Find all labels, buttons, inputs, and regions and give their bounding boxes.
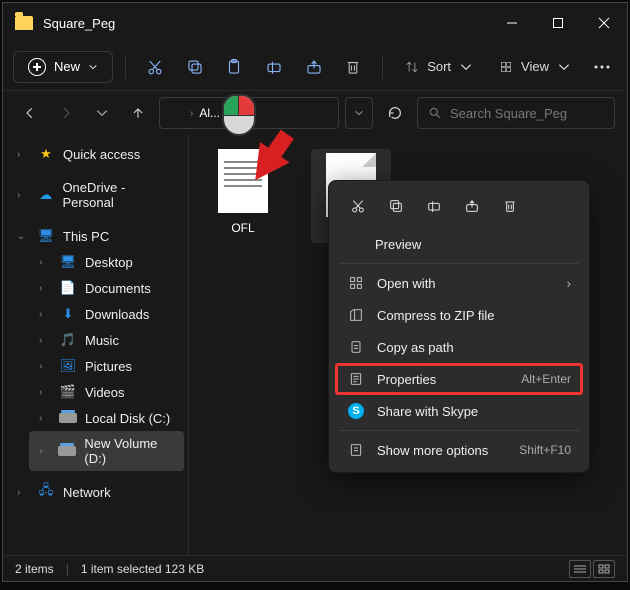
open-with-icon [347, 275, 365, 291]
chevron-down-icon [88, 62, 98, 72]
search-icon [428, 106, 442, 120]
status-selection: 1 item selected 123 KB [81, 562, 204, 576]
status-bar: 2 items | 1 item selected 123 KB [3, 555, 627, 581]
sidebar: ›★Quick access ›☁OneDrive - Personal ⌄🖥T… [3, 135, 189, 555]
ctx-properties[interactable]: Properties Alt+Enter [335, 363, 583, 395]
more-button[interactable] [587, 51, 617, 83]
chevron-right-icon: › [190, 108, 193, 119]
zip-icon [347, 307, 365, 323]
view-label: View [521, 59, 549, 74]
maximize-button[interactable] [535, 3, 581, 43]
rename-button[interactable] [257, 49, 291, 85]
window-title: Square_Peg [43, 16, 115, 31]
share-button[interactable] [297, 49, 331, 85]
ctx-delete-button[interactable] [493, 191, 527, 221]
annotation-mouse-icon [222, 94, 262, 138]
view-button[interactable]: View [489, 53, 581, 80]
ctx-compress-zip[interactable]: Compress to ZIP file [335, 299, 583, 331]
sort-button[interactable]: Sort [395, 53, 483, 80]
up-button[interactable] [123, 98, 153, 128]
sidebar-music[interactable]: ›🎵Music [29, 327, 184, 353]
ctx-rename-button[interactable] [417, 191, 451, 221]
shortcut: Shift+F10 [519, 443, 571, 457]
sidebar-this-pc[interactable]: ⌄🖥This PC [7, 223, 184, 249]
ctx-copy-as-path[interactable]: Copy as path [335, 331, 583, 363]
chevron-down-icon [459, 60, 473, 74]
sidebar-new-volume-d[interactable]: ›New Volume (D:) [29, 431, 184, 471]
cut-button[interactable] [138, 49, 172, 85]
toolbar: New Sort View [3, 43, 627, 91]
file-name: OFL [203, 221, 283, 235]
ctx-show-more[interactable]: Show more options Shift+F10 [335, 434, 583, 466]
search-placeholder: Search Square_Peg [450, 106, 567, 121]
back-button[interactable] [15, 98, 45, 128]
sidebar-videos[interactable]: ›🎬Videos [29, 379, 184, 405]
recent-button[interactable] [87, 98, 117, 128]
sidebar-network[interactable]: ›🖧Network [7, 479, 184, 505]
details-view-button[interactable] [569, 560, 591, 578]
context-action-bar [335, 187, 583, 229]
icons-view-button[interactable] [593, 560, 615, 578]
sidebar-local-disk-c[interactable]: ›Local Disk (C:) [29, 405, 184, 431]
address-dropdown[interactable] [345, 97, 373, 129]
new-label: New [54, 59, 80, 74]
sidebar-documents[interactable]: ›📄Documents [29, 275, 184, 301]
ctx-cut-button[interactable] [341, 191, 375, 221]
folder-icon [15, 16, 33, 30]
copy-button[interactable] [178, 49, 212, 85]
ctx-open-with[interactable]: Open with › [335, 267, 583, 299]
paste-button[interactable] [217, 49, 251, 85]
status-count: 2 items [15, 562, 54, 576]
ctx-copy-button[interactable] [379, 191, 413, 221]
sidebar-pictures[interactable]: ›🖼Pictures [29, 353, 184, 379]
sidebar-onedrive[interactable]: ›☁OneDrive - Personal [7, 175, 184, 215]
skype-icon: S [347, 403, 365, 419]
more-icon [347, 442, 365, 458]
divider [382, 55, 383, 79]
address-segment[interactable]: Al... [199, 106, 220, 120]
chevron-down-icon [557, 60, 571, 74]
titlebar: Square_Peg [3, 3, 627, 43]
plus-icon [28, 58, 46, 76]
sidebar-desktop[interactable]: ›🖥Desktop [29, 249, 184, 275]
forward-button[interactable] [51, 98, 81, 128]
refresh-button[interactable] [379, 97, 411, 129]
context-menu: Preview Open with › Compress to ZIP file… [328, 180, 590, 473]
delete-button[interactable] [337, 49, 371, 85]
close-button[interactable] [581, 3, 627, 43]
nav-row: › Al... › Search Square_Peg [3, 91, 627, 135]
ctx-share-skype[interactable]: S Share with Skype [335, 395, 583, 427]
properties-icon [347, 371, 365, 387]
ctx-share-button[interactable] [455, 191, 489, 221]
sidebar-quick-access[interactable]: ›★Quick access [7, 141, 184, 167]
minimize-button[interactable] [489, 3, 535, 43]
sort-label: Sort [427, 59, 451, 74]
folder-icon [168, 107, 184, 119]
search-box[interactable]: Search Square_Peg [417, 97, 615, 129]
ctx-preview[interactable]: Preview [335, 229, 583, 260]
new-button[interactable]: New [13, 51, 113, 83]
shortcut: Alt+Enter [521, 372, 571, 386]
sidebar-downloads[interactable]: ›⬇Downloads [29, 301, 184, 327]
divider [125, 55, 126, 79]
copy-path-icon [347, 339, 365, 355]
chevron-right-icon: › [567, 276, 571, 291]
